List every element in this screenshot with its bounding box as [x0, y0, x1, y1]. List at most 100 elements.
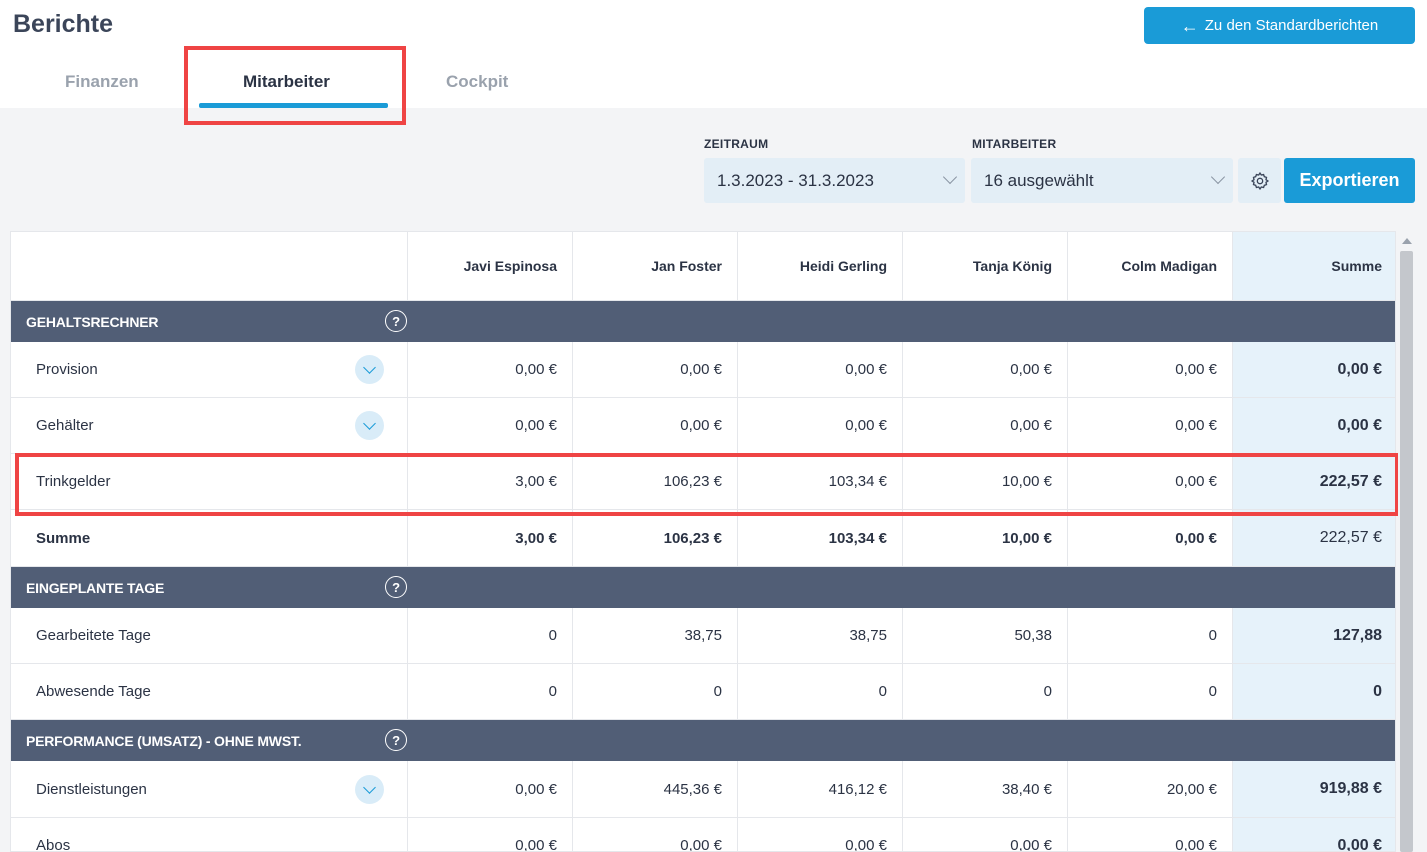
table-cell: 0: [1068, 664, 1233, 719]
column-header: [11, 232, 408, 300]
table-cell: 0,00 €: [408, 342, 573, 397]
table-row: Provision 0,00 € 0,00 € 0,00 € 0,00 € 0,…: [11, 342, 1395, 398]
table-row: Dienstleistungen 0,00 € 445,36 € 416,12 …: [11, 761, 1395, 818]
table-cell: 38,40 €: [903, 761, 1068, 817]
table-cell: 0: [903, 664, 1068, 719]
table-row: Abos 0,00 € 0,00 € 0,00 € 0,00 € 0,00 € …: [11, 818, 1395, 852]
table-cell: 0,00 €: [738, 398, 903, 453]
table-cell: 0,00 €: [738, 342, 903, 397]
row-label-text: Summe: [36, 529, 91, 547]
table-cell: 0,00 €: [1068, 818, 1233, 851]
mitarbeiter-label: MITARBEITER: [972, 137, 1057, 151]
back-button-label: Zu den Standardberichten: [1204, 17, 1379, 34]
table-row: Gearbeitete Tage 0 38,75 38,75 50,38 0 1…: [11, 608, 1395, 664]
chevron-down-icon: [363, 417, 376, 430]
mitarbeiter-value: 16 ausgewählt: [984, 170, 1094, 190]
table-cell: 103,34 €: [738, 510, 903, 566]
export-button[interactable]: Exportieren: [1284, 158, 1415, 203]
tab-finanzen[interactable]: Finanzen: [65, 72, 139, 92]
table-cell: 0: [1068, 608, 1233, 663]
mitarbeiter-select[interactable]: 16 ausgewählt: [971, 158, 1233, 203]
row-label-text: Abos: [36, 837, 71, 852]
table-cell: 0,00 €: [1068, 510, 1233, 566]
row-label: Gehälter: [11, 398, 408, 453]
row-label: Provision: [11, 342, 408, 397]
page-title: Berichte: [13, 10, 114, 38]
sum-cell: 0,00 €: [1233, 342, 1395, 397]
sum-cell: 0: [1233, 664, 1395, 719]
table-cell: 0,00 €: [903, 818, 1068, 851]
table-cell: 38,75: [738, 608, 903, 663]
row-label: Gearbeitete Tage: [11, 608, 408, 663]
vertical-scrollbar[interactable]: [1398, 231, 1416, 852]
section-header: EINGEPLANTE TAGE ?: [11, 567, 1395, 608]
table-cell: 0,00 €: [738, 818, 903, 851]
chevron-down-icon: [1210, 169, 1226, 185]
scroll-thumb[interactable]: [1400, 251, 1413, 852]
row-label: Summe: [11, 510, 408, 566]
table-cell: 0,00 €: [903, 398, 1068, 453]
zeitraum-value: 1.3.2023 - 31.3.2023: [717, 170, 874, 190]
table-header-row: Javi Espinosa Jan Foster Heidi Gerling T…: [11, 232, 1395, 301]
chevron-down-icon: [942, 169, 958, 185]
table-cell: 50,38: [903, 608, 1068, 663]
scroll-up-icon[interactable]: [1402, 238, 1412, 244]
table-cell: 38,75: [573, 608, 738, 663]
tab-highlight-box: [184, 46, 406, 125]
help-icon[interactable]: ?: [385, 729, 407, 751]
row-label-text: Abwesende Tage: [36, 683, 151, 700]
tab-cockpit[interactable]: Cockpit: [446, 72, 508, 92]
table-cell: 416,12 €: [738, 761, 903, 817]
table-cell: 445,36 €: [573, 761, 738, 817]
table-cell: 0,00 €: [408, 761, 573, 817]
row-label-text: Gearbeitete Tage: [36, 627, 151, 644]
expand-button[interactable]: [355, 411, 384, 440]
column-header-sum: Summe: [1233, 232, 1395, 300]
table-cell: 20,00 €: [1068, 761, 1233, 817]
chevron-down-icon: [363, 781, 376, 794]
expand-button[interactable]: [355, 355, 384, 384]
section-title: GEHALTSRECHNER: [26, 313, 159, 330]
sum-cell: 222,57 €: [1233, 510, 1395, 566]
row-label-text: Provision: [36, 361, 98, 378]
table-cell: 0,00 €: [573, 398, 738, 453]
table-cell: 0: [408, 664, 573, 719]
help-icon[interactable]: ?: [385, 576, 407, 598]
row-label: Dienstleistungen: [11, 761, 408, 817]
section-header: PERFORMANCE (UMSATZ) - OHNE MWST. ?: [11, 720, 1395, 761]
chevron-down-icon: [363, 361, 376, 374]
arrow-left-icon: ←: [1180, 15, 1199, 36]
table-row: Gehälter 0,00 € 0,00 € 0,00 € 0,00 € 0,0…: [11, 398, 1395, 454]
column-header: Tanja König: [903, 232, 1068, 300]
table-row-summe: Summe 3,00 € 106,23 € 103,34 € 10,00 € 0…: [11, 510, 1395, 567]
table-row: Abwesende Tage 0 0 0 0 0 0: [11, 664, 1395, 720]
zeitraum-select[interactable]: 1.3.2023 - 31.3.2023: [704, 158, 965, 203]
zeitraum-label: ZEITRAUM: [704, 137, 769, 151]
column-header: Javi Espinosa: [408, 232, 573, 300]
row-label: Abos: [11, 818, 408, 852]
table-cell: 0,00 €: [408, 398, 573, 453]
help-icon[interactable]: ?: [385, 310, 407, 332]
report-table: Javi Espinosa Jan Foster Heidi Gerling T…: [10, 231, 1396, 852]
column-header: Heidi Gerling: [738, 232, 903, 300]
gear-icon: [1250, 171, 1269, 190]
sum-cell: 127,88: [1233, 608, 1395, 663]
row-highlight-box: [15, 453, 1399, 516]
row-label-text: Gehälter: [36, 417, 94, 434]
table-cell: 0,00 €: [1068, 398, 1233, 453]
table-cell: 10,00 €: [903, 510, 1068, 566]
section-header: GEHALTSRECHNER ?: [11, 301, 1395, 342]
table-cell: 106,23 €: [573, 510, 738, 566]
table-cell: 0,00 €: [903, 342, 1068, 397]
settings-button[interactable]: [1238, 158, 1281, 203]
expand-button[interactable]: [355, 775, 384, 804]
table-cell: 0: [408, 608, 573, 663]
table-cell: 0,00 €: [1068, 342, 1233, 397]
table-cell: 0: [573, 664, 738, 719]
sum-cell: 0,00 €: [1233, 398, 1395, 453]
row-label-text: Dienstleistungen: [36, 780, 147, 798]
table-cell: 0: [738, 664, 903, 719]
row-label: Abwesende Tage: [11, 664, 408, 719]
back-to-standard-reports-button[interactable]: ← Zu den Standardberichten: [1144, 7, 1415, 44]
table-cell: 0,00 €: [573, 342, 738, 397]
